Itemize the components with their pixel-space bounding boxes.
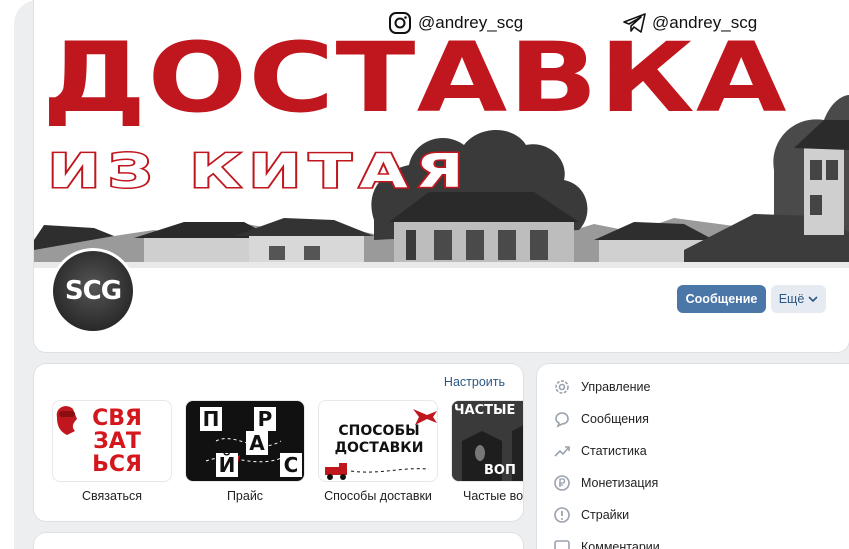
widget-tiles: СВЯ ЗАТ ЬСЯ Связаться П Р Й А С Прайс СП… [52,400,523,510]
tile-delivery[interactable]: СПОСОБЫ ДОСТАВКИ Способы доставки [318,400,438,510]
tile-contact-image: СВЯ ЗАТ ЬСЯ [52,400,172,482]
tile-faq-label: Частые вопросы [463,489,523,503]
tile-faq[interactable]: ЧАСТЫЕ ВОП Частые вопросы [451,400,523,510]
warning-icon [553,506,571,524]
tile-delivery-art-line: ДОСТАВКИ [334,440,424,456]
menu-item-label: Комментарии [581,540,660,549]
configure-link[interactable]: Настроить [444,375,505,389]
tile-price[interactable]: П Р Й А С Прайс [185,400,305,510]
tile-faq-art-top: ЧАСТЫЕ [454,403,516,418]
more-button-label: Ещё [778,292,805,306]
tile-contact-art-line: ЬСЯ [92,452,142,477]
management-menu: Управление Сообщения Статистика Монетиза… [537,364,849,549]
cover-image: @andrey_scg @andrey_scg ДОСТАВКА ИЗ КИТА… [34,0,849,268]
tile-delivery-art-line: СПОСОБЫ [338,423,420,439]
menu-item-label: Сообщения [581,412,649,426]
more-button[interactable]: Ещё [771,285,826,313]
tile-delivery-label: Способы доставки [324,489,432,503]
chart-icon [553,442,571,460]
menu-item-statistics[interactable]: Статистика [553,440,647,462]
tile-price-image: П Р Й А С [185,400,305,482]
message-icon [553,410,571,428]
widgets-card: Настроить СВЯ ЗАТ ЬСЯ Связаться П Р Й А … [34,364,523,521]
menu-item-label: Монетизация [581,476,659,490]
tile-contact-label: Связаться [82,489,142,503]
menu-item-manage[interactable]: Управление [553,376,651,398]
chevron-down-icon [808,292,818,306]
menu-item-monetization[interactable]: Монетизация [553,472,658,494]
menu-item-comments[interactable]: Комментарии [553,536,660,549]
message-button[interactable]: Сообщение [677,285,766,313]
avatar[interactable]: SCG [50,248,136,334]
ruble-icon [553,474,571,492]
tile-price-art-letter: С [280,453,302,477]
cover-subtitle: ИЗ КИТАЯ [46,144,472,198]
menu-item-messages[interactable]: Сообщения [553,408,649,430]
comment-icon [553,538,571,549]
menu-item-label: Управление [581,380,651,394]
tile-faq-image: ЧАСТЫЕ ВОП [451,400,523,482]
tile-price-art-letter: П [200,407,222,431]
tile-contact-art-line: ЗАТ [93,429,141,454]
community-header: @andrey_scg @andrey_scg ДОСТАВКА ИЗ КИТА… [34,0,849,352]
tile-price-label: Прайс [226,489,264,503]
tile-price-art-letter: Р [254,407,276,431]
tile-price-art-letter: Й [216,453,238,477]
menu-item-label: Страйки [581,508,630,522]
tile-faq-art-bottom: ВОП [484,463,516,478]
next-section-card [34,533,523,549]
menu-item-strikes[interactable]: Страйки [553,504,629,526]
menu-item-label: Статистика [581,444,647,458]
avatar-logo: SCG [53,251,133,331]
tile-price-art-letter: А [246,431,268,455]
gear-icon [553,378,571,396]
tile-contact-art-line: СВЯ [92,406,142,431]
tile-contact[interactable]: СВЯ ЗАТ ЬСЯ Связаться [52,400,172,510]
tile-delivery-image: СПОСОБЫ ДОСТАВКИ [318,400,438,482]
cover-title: ДОСТАВКА [42,22,788,134]
